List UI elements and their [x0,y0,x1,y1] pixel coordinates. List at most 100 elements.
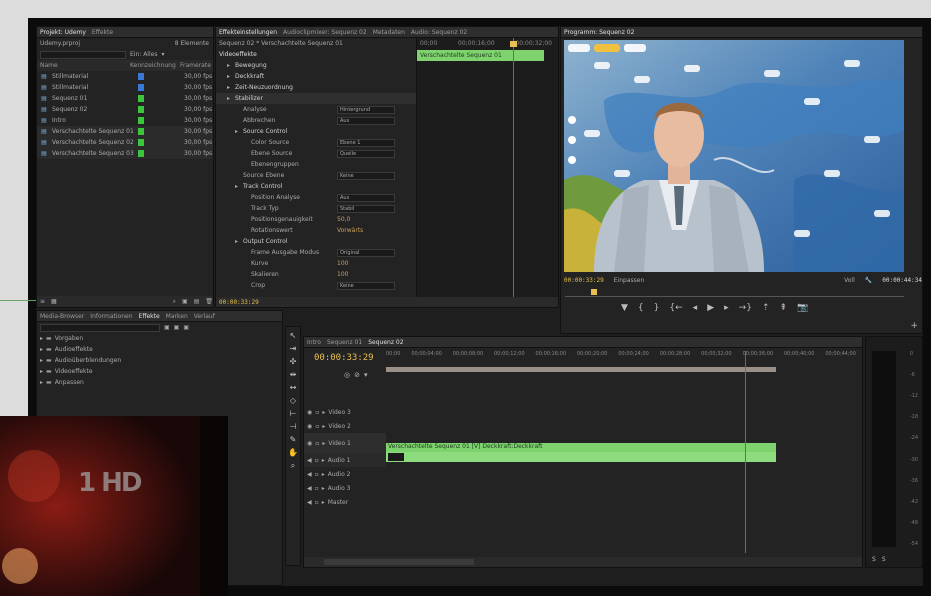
extract-icon[interactable]: ⇞ [779,303,787,313]
mark-out-icon[interactable]: } [654,303,660,313]
snap-icon[interactable]: ◎ [344,371,350,379]
lock-icon[interactable]: ▫ [315,409,319,416]
eye-icon[interactable]: ◉ [307,440,312,447]
wrench-icon[interactable]: 🔧 [865,277,872,284]
disclosure-triangle-icon[interactable]: ▸ [235,128,243,135]
effect-property-row[interactable]: Track Typ Stabil [216,203,416,214]
link-icon[interactable]: ⊘ [354,371,360,379]
effect-property-select[interactable]: Ebene 1 [337,138,395,147]
list-view-icon[interactable]: ≡ [40,298,45,305]
disclosure-triangle-icon[interactable]: ▸ [227,62,235,69]
disclosure-triangle-icon[interactable]: ▸ [322,440,325,447]
project-item[interactable]: ▤ Stillmaterial 30,00 fps [37,82,213,93]
pen-tool-icon[interactable]: ✎ [290,435,297,444]
effect-property-select[interactable]: Aus [337,116,395,125]
label-swatch[interactable] [138,117,144,124]
export-frame-icon[interactable]: 📷 [797,303,808,313]
razor-tool-icon[interactable]: ◇ [290,396,296,405]
project-item[interactable]: ▤ Stillmaterial 30,00 fps [37,71,213,82]
effects-folder[interactable]: ▸ ▬ Videoeffekte [37,366,282,377]
timeline-scrollbar[interactable] [304,557,862,567]
track-header[interactable]: ◉ ▫ ▸ Video 1 [304,433,386,453]
effect-property-row[interactable]: Color Source Ebene 1 [216,137,416,148]
icon-view-icon[interactable]: ▦ [51,298,57,305]
lock-icon[interactable]: ▫ [315,440,319,447]
track-select-tool-icon[interactable]: ⇥ [290,344,297,353]
effect-property-row[interactable]: ▸ Stabilizer [216,93,416,104]
disclosure-triangle-icon[interactable]: ▸ [235,238,243,245]
effect-property-row[interactable]: ▸ Zeit-Neuzuordnung [216,82,416,93]
tab-audio-clip-mixer[interactable]: Audioclipmixer: Sequenz 02 [283,29,367,36]
project-item[interactable]: ▤ Verschachtelte Sequenz 03 30,00 fps [37,148,213,159]
lock-icon[interactable]: ▫ [315,471,319,478]
zoom-tool-icon[interactable]: ⌕ [291,461,295,471]
project-item[interactable]: ▤ Sequenz 02 30,00 fps [37,104,213,115]
effect-property-row[interactable]: ▸ Output Control [216,236,416,247]
add-button-icon[interactable]: + [910,321,918,331]
tab-project[interactable]: Projekt: Udemy [40,29,86,36]
project-item[interactable]: ▤ Intro 30,00 fps [37,115,213,126]
disclosure-triangle-icon[interactable]: ▸ [40,346,43,353]
tab-effects[interactable]: Effekte [92,29,113,36]
effect-property-select[interactable]: Keine [337,171,395,180]
disclosure-triangle-icon[interactable]: ▸ [322,485,325,492]
rolling-tool-icon[interactable]: ⇹ [290,370,297,379]
tab-effect-controls[interactable]: Effekteinstellungen [219,29,277,36]
solo-left-button[interactable]: S [872,556,876,563]
track-header[interactable]: ◉ ▫ ▸ Video 3 [304,405,386,419]
label-swatch[interactable] [138,73,144,80]
tab-metadata[interactable]: Metadaten [373,29,405,36]
effects-folder[interactable]: ▸ ▬ Audioeffekte [37,344,282,355]
effect-property-row[interactable]: Frame Ausgabe Modus Original [216,247,416,258]
label-swatch[interactable] [138,128,144,135]
tab-media-browser[interactable]: Media-Browser [40,313,84,320]
lift-icon[interactable]: ⇡ [762,303,770,313]
effect-property-select[interactable]: Stabil [337,204,395,213]
lock-icon[interactable]: ▫ [315,423,319,430]
go-to-out-icon[interactable]: →} [739,303,752,313]
program-timecode[interactable]: 00:00:33:29 [564,277,604,284]
effect-property-row[interactable]: Ebenengruppen [216,159,416,170]
video-clip[interactable]: Verschachtelte Sequenz 01 [V] Deckkraft:… [386,443,776,452]
disclosure-triangle-icon[interactable]: ▸ [40,335,43,342]
column-label[interactable]: Kennzeichnung [130,62,180,69]
timeline-ruler[interactable]: 00;00 00;00;04;00 00;00;08;00 00;00;12;00 00… [386,351,856,361]
video-clip-body[interactable] [386,452,776,462]
disclosure-triangle-icon[interactable]: ▸ [40,368,43,375]
disclosure-triangle-icon[interactable]: ▸ [235,183,243,190]
effect-property-row[interactable]: Kurve 100 [216,258,416,269]
tab-info[interactable]: Informationen [90,313,132,320]
add-marker-icon[interactable]: ▼ [621,303,628,313]
timeline-scroll-thumb[interactable] [324,559,474,565]
effect-property-select[interactable]: Quelle [337,149,395,158]
tab-history[interactable]: Verlauf [194,313,215,320]
tab-intro[interactable]: Intro [307,339,321,346]
solo-right-button[interactable]: S [882,556,886,563]
effect-property-value[interactable]: 50,0 [337,216,350,223]
track-header[interactable]: ◉ ▫ ▸ Video 2 [304,419,386,433]
effect-property-row[interactable]: Abbrechen Aus [216,115,416,126]
effect-property-row[interactable]: Analyse Hintergrund [216,104,416,115]
hand-tool-icon[interactable]: ✋ [288,448,298,457]
project-item[interactable]: ▤ Verschachtelte Sequenz 01 30,00 fps [37,126,213,137]
disclosure-triangle-icon[interactable]: ▸ [322,457,325,464]
column-framerate[interactable]: Framerate [180,62,211,69]
disclosure-triangle-icon[interactable]: ▸ [322,409,325,416]
rate-stretch-tool-icon[interactable]: ↔ [290,383,297,392]
step-back-icon[interactable]: ◂ [693,303,698,313]
step-forward-icon[interactable]: ▸ [724,303,729,313]
effect-property-value[interactable]: 100 [337,260,348,267]
lock-icon[interactable]: ▫ [315,485,319,492]
accelerated-icon[interactable]: ▣ [164,324,170,331]
fit-select[interactable]: Einpassen [614,277,645,284]
work-area-bar[interactable] [386,367,776,372]
new-bin-icon[interactable]: ▣ [182,298,188,305]
track-header[interactable]: ◀ ▫ ▸ Audio 2 [304,467,386,481]
effect-property-row[interactable]: Position Analyse Aus [216,192,416,203]
project-item[interactable]: ▤ Sequenz 01 30,00 fps [37,93,213,104]
lock-icon[interactable]: ▫ [315,457,319,464]
effect-property-row[interactable]: ▸ Bewegung [216,60,416,71]
effect-property-value[interactable]: Vorwärts [337,227,363,234]
track-header[interactable]: ◀ ▫ ▸ Master [304,495,386,509]
effect-property-row[interactable]: Ebene Source Quelle [216,148,416,159]
